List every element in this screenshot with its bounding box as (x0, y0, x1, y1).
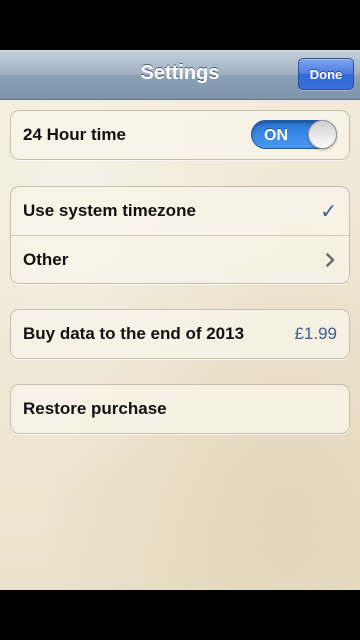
bottom-bar (0, 590, 360, 640)
done-button[interactable]: Done (298, 58, 354, 90)
row-buy-data[interactable]: Buy data to the end of 2013 £1.99 (11, 310, 349, 358)
row-buy-data-label: Buy data to the end of 2013 (23, 324, 245, 343)
row-restore-purchase-label: Restore purchase (23, 399, 167, 418)
purchase-group: Buy data to the end of 2013 £1.99 (10, 309, 350, 359)
row-restore-purchase[interactable]: Restore purchase (11, 385, 349, 433)
row-other-timezone-label: Other (23, 249, 69, 269)
timezone-group: Use system timezone ✓ Other (10, 186, 350, 284)
toggle-state-label: ON (264, 127, 288, 144)
row-24-hour-time: 24 Hour time ON (11, 111, 349, 159)
checkmark-icon: ✓ (320, 200, 337, 223)
status-bar (0, 0, 360, 50)
settings-content: 24 Hour time ON Use system timezone ✓ Ot… (0, 100, 360, 590)
toggle-knob (308, 120, 337, 149)
navigation-bar: Settings Done (0, 50, 360, 100)
price-label: £1.99 (294, 324, 337, 343)
row-24-hour-time-label: 24 Hour time (23, 125, 126, 144)
chevron-right-icon (326, 253, 335, 272)
restore-group: Restore purchase (10, 384, 350, 434)
row-other-timezone[interactable]: Other (11, 235, 349, 283)
time-format-group: 24 Hour time ON (10, 110, 350, 160)
row-use-system-timezone-label: Use system timezone (23, 201, 196, 220)
row-use-system-timezone[interactable]: Use system timezone ✓ (11, 187, 349, 235)
24-hour-toggle[interactable]: ON (251, 120, 337, 149)
